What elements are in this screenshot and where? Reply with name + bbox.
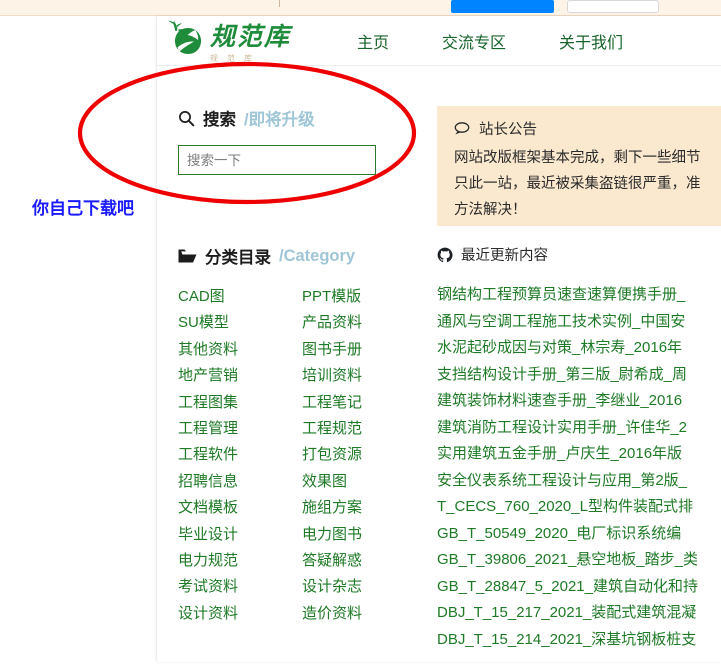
annotation-note: 你自己下载吧	[32, 199, 134, 219]
category-link[interactable]: 产品资料	[302, 314, 426, 332]
category-link[interactable]: CAD图	[178, 288, 302, 306]
category-link[interactable]: 设计资料	[178, 605, 302, 623]
search-input[interactable]	[178, 145, 376, 175]
main-nav: 主页 交流专区 关于我们	[357, 16, 623, 65]
folder-open-icon	[178, 249, 197, 262]
category-link[interactable]: 招聘信息	[178, 473, 302, 491]
category-link[interactable]: 培训资料	[302, 367, 426, 385]
announcement-panel: 站长公告 网站改版框架基本完成，剩下一些细节 只此一站，最近被采集盗链很严重，准方…	[437, 106, 721, 226]
site-content-card: 规范库 规范库 主页 交流专区 关于我们 搜索 /即将升级 搜索一下 分类目录 …	[157, 16, 721, 662]
announcement-line: 方法解决！	[454, 202, 527, 218]
category-section-header: 分类目录 /Category	[178, 244, 433, 268]
search-subtitle: /即将升级	[244, 111, 315, 129]
category-link[interactable]: 造价资料	[302, 605, 426, 623]
update-link[interactable]: 水泥起砂成因与对策_林宗寿_2016年	[437, 338, 721, 357]
brand-name: 规范库	[210, 21, 292, 51]
category-link[interactable]: 设计杂志	[302, 578, 426, 596]
category-link[interactable]: 电力规范	[178, 552, 302, 570]
browser-top-strip	[0, 0, 721, 16]
update-link[interactable]: GB_T_39806_2021_悬空地板_踏步_类	[437, 550, 721, 569]
nav-about[interactable]: 关于我们	[559, 29, 623, 53]
search-icon	[179, 110, 195, 126]
update-link[interactable]: DBJ_T_15_217_2021_装配式建筑混凝	[437, 603, 721, 622]
update-link[interactable]: 支挡结构设计手册_第三版_尉希成_周	[437, 365, 721, 384]
category-link[interactable]: 答疑解惑	[302, 552, 426, 570]
category-link[interactable]: 其他资料	[178, 341, 302, 359]
search-title: 搜索	[203, 111, 236, 129]
updates-list: 钢结构工程预算员速查速算便携手册_ 通风与空调工程施工技术实例_中国安 水泥起砂成因…	[437, 285, 721, 649]
strip-divider	[279, 0, 280, 7]
updates-section: 最近更新内容 钢结构工程预算员速查速算便携手册_ 通风与空调工程施工技术实例_中国…	[437, 244, 721, 649]
update-link[interactable]: DBJ_T_15_214_2021_深基坑钢板桩支	[437, 630, 721, 649]
update-link[interactable]: 实用建筑五金手册_卢庆生_2016年版	[437, 444, 721, 463]
github-mark-icon	[437, 247, 453, 262]
update-link[interactable]: 钢结构工程预算员速查速算便携手册_	[437, 285, 721, 304]
site-brand[interactable]: 规范库 规范库	[165, 17, 292, 63]
update-link[interactable]: 安全仪表系统工程设计与应用_第2版_	[437, 471, 721, 490]
update-link[interactable]: 建筑消防工程设计实用手册_许佳华_2	[437, 418, 721, 437]
category-section: 分类目录 /Category CAD图 PPT模版 SU模型 产品资料 其他资料 图书手册…	[178, 244, 433, 623]
announcement-header: 站长公告	[454, 118, 721, 139]
announcement-line: 只此一站，最近被采集盗链很严重，准	[454, 176, 701, 192]
speech-bubble-icon	[454, 122, 470, 135]
category-link[interactable]: 工程软件	[178, 446, 302, 464]
category-link[interactable]: 图书手册	[302, 341, 426, 359]
search-section-header: 搜索 /即将升级	[178, 106, 433, 130]
category-link[interactable]: PPT模版	[302, 288, 426, 306]
announcement-text: 网站改版框架基本完成，剩下一些细节 只此一站，最近被采集盗链很严重，准 方法解决！	[454, 145, 721, 223]
update-link[interactable]: GB_T_50549_2020_电厂标识系统编	[437, 524, 721, 543]
category-subtitle: /Category	[279, 246, 356, 265]
category-link[interactable]: SU模型	[178, 314, 302, 332]
category-grid: CAD图 PPT模版 SU模型 产品资料 其他资料 图书手册 地产营销 培训资料 工程图集 工程笔…	[178, 288, 433, 623]
category-link[interactable]: 考试资料	[178, 578, 302, 596]
category-title: 分类目录	[205, 249, 271, 267]
category-link[interactable]: 效果图	[302, 473, 426, 491]
updates-header: 最近更新内容	[437, 244, 721, 265]
announcement-line: 网站改版框架基本完成，剩下一些细节	[454, 150, 701, 166]
announcement-title: 站长公告	[479, 122, 537, 138]
browser-blue-button[interactable]	[451, 0, 554, 13]
brand-subtitle: 规范库	[210, 54, 261, 63]
category-link[interactable]: 地产营销	[178, 367, 302, 385]
category-link[interactable]: 毕业设计	[178, 526, 302, 544]
nav-home[interactable]: 主页	[357, 29, 389, 53]
update-link[interactable]: 通风与空调工程施工技术实例_中国安	[437, 312, 721, 331]
category-link[interactable]: 工程笔记	[302, 394, 426, 412]
search-section: 搜索 /即将升级	[178, 106, 433, 175]
category-link[interactable]: 电力图书	[302, 526, 426, 544]
category-link[interactable]: 工程管理	[178, 420, 302, 438]
update-link[interactable]: T_CECS_760_2020_L型构件装配式排	[437, 497, 721, 516]
update-link[interactable]: GB_T_28847_5_2021_建筑自动化和持	[437, 577, 721, 596]
category-link[interactable]: 施组方案	[302, 499, 426, 517]
leaf-logo-icon	[168, 20, 201, 54]
category-link[interactable]: 文档模板	[178, 499, 302, 517]
nav-forum[interactable]: 交流专区	[442, 29, 506, 53]
category-link[interactable]: 工程图集	[178, 394, 302, 412]
browser-white-field[interactable]	[567, 0, 659, 13]
update-link[interactable]: 建筑装饰材料速查手册_李继业_2016	[437, 391, 721, 410]
category-link[interactable]: 打包资源	[302, 446, 426, 464]
updates-title: 最近更新内容	[461, 248, 548, 264]
site-header: 规范库 规范库 主页 交流专区 关于我们	[157, 16, 721, 66]
category-link[interactable]: 工程规范	[302, 420, 426, 438]
